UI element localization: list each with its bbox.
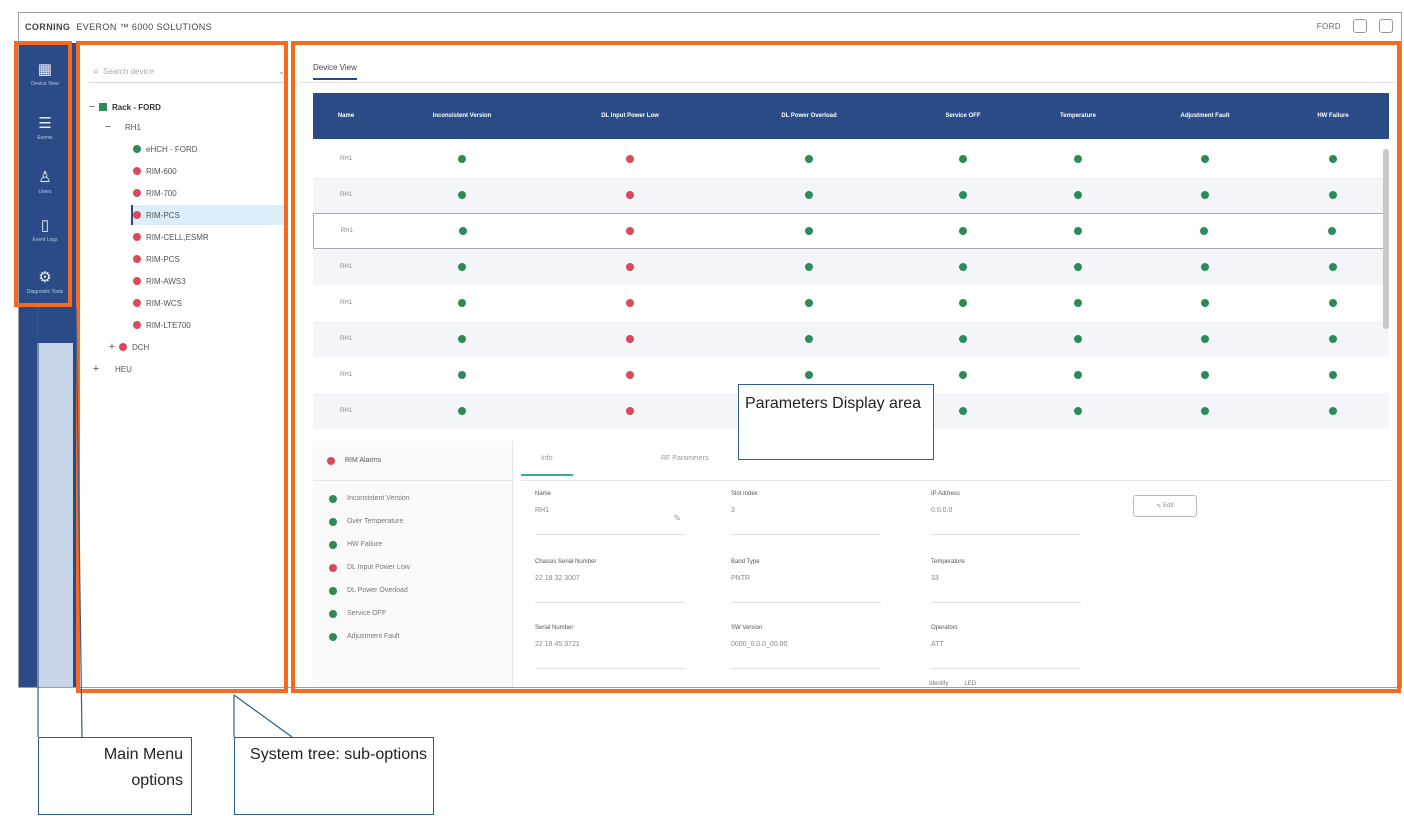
top-bar: CORNING EVERON ™ 6000 SOLUTIONS FORD [19, 13, 1401, 41]
top-bar-right: FORD [1317, 19, 1393, 33]
logout-icon[interactable] [1379, 19, 1393, 33]
product-name: EVERON ™ 6000 SOLUTIONS [76, 22, 213, 32]
user-name: FORD [1316, 21, 1341, 31]
menu-callout-connector-fill [37, 343, 73, 687]
highlight-parameters-area [291, 41, 1401, 693]
highlight-system-tree [76, 41, 288, 693]
callout-system-tree: System tree: sub-options [234, 737, 434, 815]
settings-icon[interactable] [1353, 19, 1367, 33]
callout-main-menu: Main Menu options [38, 737, 192, 815]
highlight-main-menu [14, 41, 72, 307]
brand-logo: CORNING [25, 22, 71, 32]
callout-parameters: Parameters Display area [738, 384, 934, 460]
